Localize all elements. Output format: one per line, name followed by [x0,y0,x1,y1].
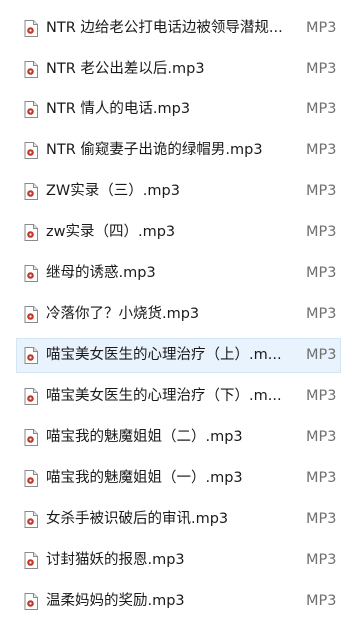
file-type: MP3 [306,224,337,240]
file-row[interactable]: 女杀手被识破后的审讯.mp3 MP3 [0,502,341,537]
mp3-audio-file-icon [24,142,38,159]
file-name: 喵宝我的魅魔姐姐（一）.mp3 [46,470,243,486]
mp3-audio-file-icon [24,429,38,446]
mp3-audio-file-icon [24,552,38,569]
file-type: MP3 [306,265,337,281]
mp3-audio-file-icon [24,183,38,200]
mp3-audio-file-icon [24,306,38,323]
file-type: MP3 [306,552,337,568]
file-row[interactable]: 喵宝我的魅魔姐姐（二）.mp3 MP3 [0,420,341,455]
file-type: MP3 [306,470,337,486]
file-name: 冷落你了？小烧货.mp3 [46,306,200,322]
file-row[interactable]: 温柔妈妈的奖励.mp3 MP3 [0,584,341,619]
file-type: MP3 [306,183,337,199]
file-row[interactable]: zw实录（四）.mp3 MP3 [0,215,341,250]
file-type: MP3 [306,347,337,363]
file-list: NTR 边给老公打电话边被领导潜规... MP3 NTR 老公出差以后.mp3 … [0,0,341,628]
mp3-audio-file-icon [24,511,38,528]
file-name: NTR 偷窥妻子出诡的绿帽男.mp3 [46,142,263,158]
mp3-audio-file-icon [24,593,38,610]
mp3-audio-file-icon [24,265,38,282]
file-name: 女杀手被识破后的审讯.mp3 [46,511,229,527]
file-row-selected[interactable]: 喵宝美女医生的心理治疗（上）.m... MP3 [16,338,341,373]
file-type: MP3 [306,101,337,117]
file-name: NTR 边给老公打电话边被领导潜规... [46,20,283,36]
file-type: MP3 [306,61,337,77]
mp3-audio-file-icon [24,20,38,37]
file-row[interactable]: NTR 情人的电话.mp3 MP3 [0,92,341,127]
file-name: 温柔妈妈的奖励.mp3 [46,593,185,609]
file-name: NTR 老公出差以后.mp3 [46,61,205,77]
file-type: MP3 [306,388,337,404]
mp3-audio-file-icon [24,388,38,405]
file-type: MP3 [306,20,337,36]
file-type: MP3 [306,429,337,445]
mp3-audio-file-icon [24,224,38,241]
file-type: MP3 [306,142,337,158]
file-row[interactable]: NTR 边给老公打电话边被领导潜规... MP3 [0,11,341,46]
mp3-audio-file-icon [24,470,38,487]
file-row[interactable]: 讨封猫妖的报恩.mp3 MP3 [0,543,341,578]
file-row[interactable]: 喵宝美女医生的心理治疗（下）.m... MP3 [0,379,341,414]
file-name: zw实录（四）.mp3 [46,224,176,240]
file-type: MP3 [306,511,337,527]
file-row[interactable]: 喵宝我的魅魔姐姐（一）.mp3 MP3 [0,461,341,496]
file-row[interactable]: 冷落你了？小烧货.mp3 MP3 [0,297,341,332]
mp3-audio-file-icon [24,347,38,364]
file-row[interactable]: NTR 偷窥妻子出诡的绿帽男.mp3 MP3 [0,133,341,168]
file-type: MP3 [306,593,337,609]
file-row[interactable]: ZW实录（三）.mp3 MP3 [0,174,341,209]
file-name: NTR 情人的电话.mp3 [46,101,191,117]
file-type: MP3 [306,306,337,322]
file-name: 喵宝美女医生的心理治疗（下）.m... [46,388,282,404]
file-row[interactable]: 继母的诱惑.mp3 MP3 [0,256,341,291]
file-name: 喵宝我的魅魔姐姐（二）.mp3 [46,429,243,445]
mp3-audio-file-icon [24,101,38,118]
file-name: 继母的诱惑.mp3 [46,265,156,281]
file-name: ZW实录（三）.mp3 [46,183,180,199]
mp3-audio-file-icon [24,61,38,78]
file-row[interactable]: NTR 老公出差以后.mp3 MP3 [0,52,341,87]
file-name: 喵宝美女医生的心理治疗（上）.m... [46,347,282,363]
file-name: 讨封猫妖的报恩.mp3 [46,552,185,568]
